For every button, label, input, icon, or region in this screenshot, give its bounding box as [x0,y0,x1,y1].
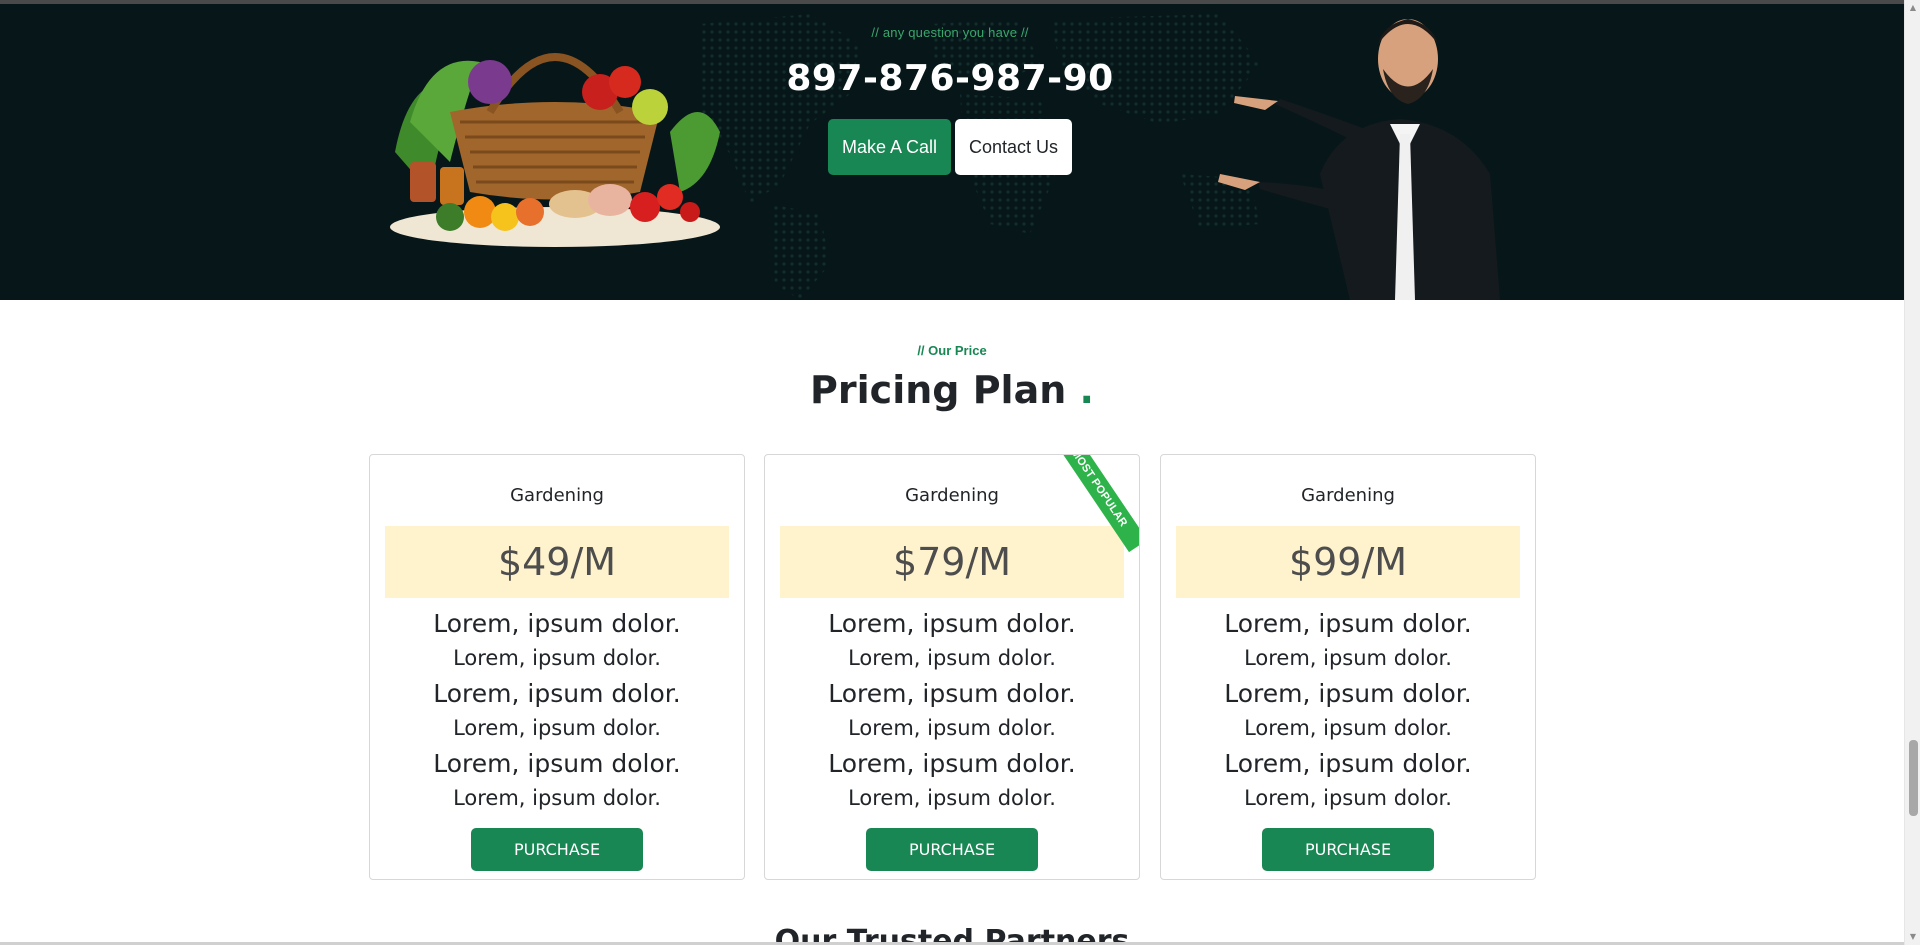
banner-buttons: Make A Call Contact Us [740,119,1160,175]
scroll-down-arrow-icon[interactable]: ▼ [1905,929,1920,945]
plan-name: Gardening [905,485,999,506]
plan-feature: Lorem, ipsum dolor. [828,679,1076,708]
phone-number: 897-876-987-90 [786,58,1114,99]
purchase-button[interactable]: PURCHASE [1262,828,1434,871]
plan-name: Gardening [1301,485,1395,506]
plan-feature: Lorem, ipsum dolor. [1244,716,1452,740]
pricing-title-text: Pricing Plan [810,368,1067,412]
plan-feature: Lorem, ipsum dolor. [453,786,661,810]
plan-feature: Lorem, ipsum dolor. [828,609,1076,638]
plan-feature: Lorem, ipsum dolor. [848,716,1056,740]
plan-feature: Lorem, ipsum dolor. [1244,646,1452,670]
plan-feature: Lorem, ipsum dolor. [433,749,681,778]
plan-feature: Lorem, ipsum dolor. [453,716,661,740]
plan-feature: Lorem, ipsum dolor. [453,646,661,670]
pricing-eyebrow: // Our Price [917,343,987,358]
plan-feature: Lorem, ipsum dolor. [848,646,1056,670]
plan-price: $79/M [780,526,1124,598]
plan-feature: Lorem, ipsum dolor. [433,609,681,638]
plan-feature: Lorem, ipsum dolor. [433,679,681,708]
pricing-card-3: Gardening $99/M Lorem, ipsum dolor. Lore… [1160,454,1536,880]
pricing-card-2: MOST POPULAR Gardening $79/M Lorem, ipsu… [764,454,1140,880]
plan-name: Gardening [510,485,604,506]
plan-price: $99/M [1176,526,1520,598]
plan-feature: Lorem, ipsum dolor. [1224,749,1472,778]
plan-feature: Lorem, ipsum dolor. [1224,679,1472,708]
pricing-title-dot: . [1079,368,1094,412]
banner-eyebrow: // any question you have // [871,25,1029,40]
banner-center: // any question you have // 897-876-987-… [740,4,1160,175]
plan-feature: Lorem, ipsum dolor. [828,749,1076,778]
plan-feature: Lorem, ipsum dolor. [1224,609,1472,638]
purchase-button[interactable]: PURCHASE [866,828,1038,871]
contact-banner: // any question you have // 897-876-987-… [0,4,1904,300]
purchase-button[interactable]: PURCHASE [471,828,643,871]
plan-feature: Lorem, ipsum dolor. [848,786,1056,810]
plan-price: $49/M [385,526,729,598]
scroll-thumb[interactable] [1909,740,1918,816]
businessman-image [1218,19,1500,300]
basket-image [390,53,720,247]
make-call-button[interactable]: Make A Call [827,119,951,175]
scroll-up-arrow-icon[interactable]: ▲ [1905,0,1920,16]
contact-us-button[interactable]: Contact Us [955,119,1073,175]
plan-features: Lorem, ipsum dolor. Lorem, ipsum dolor. … [1161,606,1535,816]
pricing-card-1: Gardening $49/M Lorem, ipsum dolor. Lore… [369,454,745,880]
plan-features: Lorem, ipsum dolor. Lorem, ipsum dolor. … [370,606,744,816]
plan-features: Lorem, ipsum dolor. Lorem, ipsum dolor. … [765,606,1139,816]
plan-feature: Lorem, ipsum dolor. [1244,786,1452,810]
pricing-title: Pricing Plan . [0,368,1904,412]
vertical-scrollbar[interactable]: ▲ ▼ [1904,0,1920,945]
